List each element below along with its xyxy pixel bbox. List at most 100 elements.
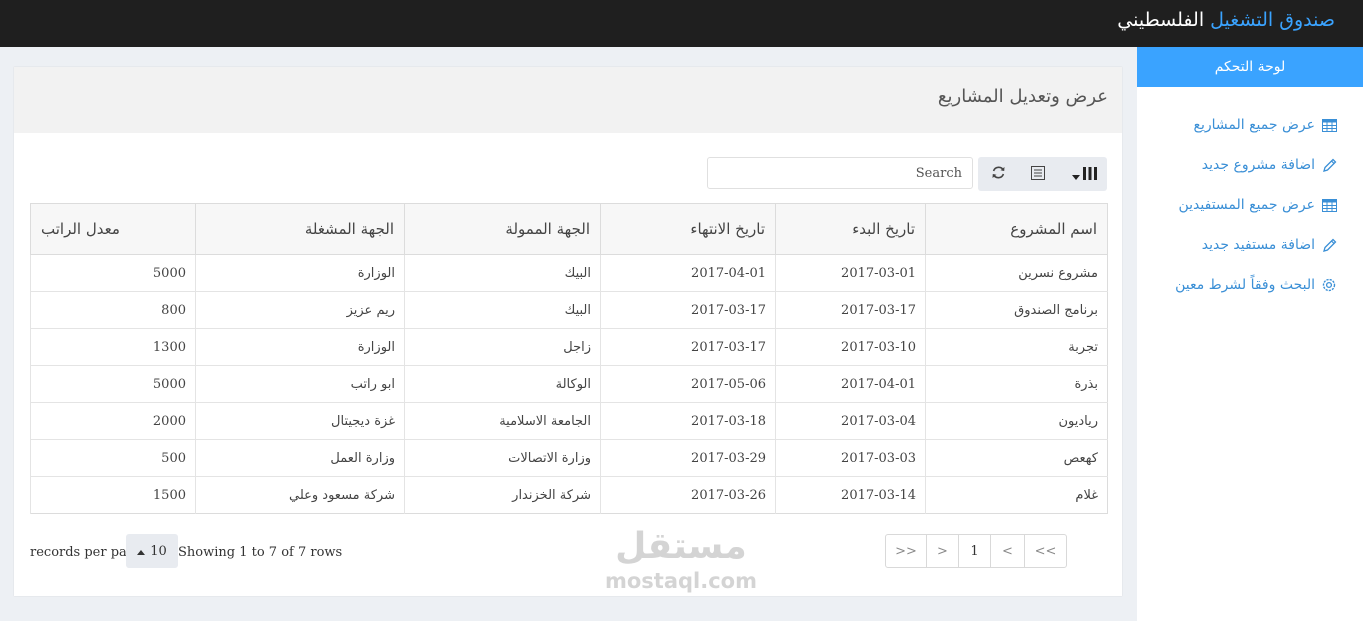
cell-start-date: 2017-03-01 xyxy=(775,254,926,292)
column-header-start-date[interactable]: تاريخ البدء xyxy=(775,203,926,255)
cell-salary: 800 xyxy=(30,291,196,329)
projects-panel: عرض وتعديل المشاريع معد xyxy=(14,67,1122,596)
cell-operator: الوزارة xyxy=(195,254,405,292)
pencil-icon xyxy=(1321,157,1337,173)
pagination-last[interactable]: >> xyxy=(886,535,926,567)
sidebar-item-add-project[interactable]: اضافة مشروع جديد xyxy=(1202,154,1337,176)
table-row: 800 ريم عزيز البيك 2017-03-17 2017-03-17… xyxy=(30,291,1108,329)
page-size-value: 10 xyxy=(150,543,167,559)
project-name-link[interactable]: بذرة xyxy=(925,365,1108,403)
cell-end-date: 2017-05-06 xyxy=(600,365,776,403)
cell-end-date: 2017-03-17 xyxy=(600,328,776,366)
sidebar-item-add-beneficiary[interactable]: اضافة مستفيد جديد xyxy=(1202,234,1337,256)
table-icon xyxy=(1321,197,1337,213)
showing-rows-text: Showing 1 to 7 of 7 rows xyxy=(178,545,343,560)
cell-salary: 2000 xyxy=(30,402,196,440)
sidebar-item-all-beneficiaries[interactable]: عرض جميع المستفيدين xyxy=(1179,194,1338,216)
sidebar-item-search-condition[interactable]: البحث وفقاً لشرط معين xyxy=(1175,274,1337,296)
project-name-link[interactable]: مشروع نسرين xyxy=(925,254,1108,292)
cell-start-date: 2017-03-17 xyxy=(775,291,926,329)
refresh-button[interactable] xyxy=(978,157,1018,191)
cell-salary: 1500 xyxy=(30,476,196,514)
brand-part-2: الفلسطيني xyxy=(1117,9,1205,31)
project-name-link[interactable]: كهعص xyxy=(925,439,1108,477)
cell-end-date: 2017-04-01 xyxy=(600,254,776,292)
cell-operator: ريم عزيز xyxy=(195,291,405,329)
cell-funder: زاجل xyxy=(404,328,601,366)
pagination-first[interactable]: << xyxy=(1024,535,1066,567)
project-name-link[interactable]: رياديون xyxy=(925,402,1108,440)
cell-funder: وزارة الاتصالات xyxy=(404,439,601,477)
columns-icon xyxy=(1083,165,1097,184)
sidebar-item-label: عرض جميع المشاريع xyxy=(1193,117,1315,133)
table-toolbar xyxy=(978,157,1107,191)
project-name-link[interactable]: تجربة xyxy=(925,328,1108,366)
cell-start-date: 2017-03-14 xyxy=(775,476,926,514)
cell-start-date: 2017-04-01 xyxy=(775,365,926,403)
search-input[interactable] xyxy=(707,157,973,189)
panel-header: عرض وتعديل المشاريع xyxy=(14,67,1122,133)
gear-icon xyxy=(1321,277,1337,293)
cell-end-date: 2017-03-18 xyxy=(600,402,776,440)
table-row: 500 وزارة العمل وزارة الاتصالات 2017-03-… xyxy=(30,439,1108,477)
cell-end-date: 2017-03-17 xyxy=(600,291,776,329)
pagination-prev[interactable]: < xyxy=(990,535,1024,567)
cell-operator: الوزارة xyxy=(195,328,405,366)
page-title: عرض وتعديل المشاريع xyxy=(937,86,1108,107)
cell-operator: غزة ديجيتال xyxy=(195,402,405,440)
top-navbar: صندوق التشغيل الفلسطيني xyxy=(0,0,1363,47)
table-icon xyxy=(1321,117,1337,133)
cell-salary: 500 xyxy=(30,439,196,477)
cell-funder: البيك xyxy=(404,291,601,329)
columns-dropdown-button[interactable] xyxy=(1062,157,1107,191)
list-icon xyxy=(1031,165,1045,184)
table-row: 5000 الوزارة البيك 2017-04-01 2017-03-01… xyxy=(30,254,1108,292)
pencil-icon xyxy=(1321,237,1337,253)
cell-funder: الجامعة الاسلامية xyxy=(404,402,601,440)
cell-start-date: 2017-03-10 xyxy=(775,328,926,366)
column-header-funder[interactable]: الجهة الممولة xyxy=(404,203,601,255)
cell-operator: وزارة العمل xyxy=(195,439,405,477)
table-row: 2000 غزة ديجيتال الجامعة الاسلامية 2017-… xyxy=(30,402,1108,440)
caret-up-icon xyxy=(137,544,146,559)
column-header-project-name[interactable]: اسم المشروع xyxy=(925,203,1108,255)
brand-part-1: صندوق التشغيل xyxy=(1210,9,1335,31)
cell-end-date: 2017-03-29 xyxy=(600,439,776,477)
toggle-list-button[interactable] xyxy=(1018,157,1058,191)
cell-funder: شركة الخزندار xyxy=(404,476,601,514)
chevron-down-icon xyxy=(1072,165,1080,184)
column-header-operator[interactable]: الجهة المشغلة xyxy=(195,203,405,255)
refresh-icon xyxy=(991,165,1006,184)
sidebar: لوحة التحكم عرض جميع المشاريع اضافة مشرو… xyxy=(1137,47,1363,621)
cell-end-date: 2017-03-26 xyxy=(600,476,776,514)
pagination-page-1[interactable]: 1 xyxy=(958,535,990,567)
cell-salary: 1300 xyxy=(30,328,196,366)
sidebar-item-label: اضافة مشروع جديد xyxy=(1201,157,1315,173)
pagination-next[interactable]: > xyxy=(926,535,958,567)
table-row: 1300 الوزارة زاجل 2017-03-17 2017-03-10 … xyxy=(30,328,1108,366)
brand-title[interactable]: صندوق التشغيل الفلسطيني xyxy=(1117,9,1335,31)
projects-table: معدل الراتب الجهة المشغلة الجهة الممولة … xyxy=(30,203,1108,514)
sidebar-item-label: عرض جميع المستفيدين xyxy=(1178,197,1316,213)
column-header-end-date[interactable]: تاريخ الانتهاء xyxy=(600,203,776,255)
column-header-salary[interactable]: معدل الراتب xyxy=(30,203,196,255)
cell-start-date: 2017-03-03 xyxy=(775,439,926,477)
pagination: >> > 1 < << xyxy=(885,534,1067,568)
cell-funder: الوكالة xyxy=(404,365,601,403)
sidebar-item-label: اضافة مستفيد جديد xyxy=(1201,237,1315,253)
cell-start-date: 2017-03-04 xyxy=(775,402,926,440)
cell-operator: ابو راتب xyxy=(195,365,405,403)
table-header-row: معدل الراتب الجهة المشغلة الجهة الممولة … xyxy=(30,203,1108,255)
cell-funder: البيك xyxy=(404,254,601,292)
cell-operator: شركة مسعود وعلي xyxy=(195,476,405,514)
sidebar-item-label: البحث وفقاً لشرط معين xyxy=(1175,277,1315,293)
project-name-link[interactable]: برنامج الصندوق xyxy=(925,291,1108,329)
project-name-link[interactable]: غلام xyxy=(925,476,1108,514)
sidebar-item-all-projects[interactable]: عرض جميع المشاريع xyxy=(1194,114,1337,136)
sidebar-header[interactable]: لوحة التحكم xyxy=(1137,47,1363,87)
table-row: 5000 ابو راتب الوكالة 2017-05-06 2017-04… xyxy=(30,365,1108,403)
table-row: 1500 شركة مسعود وعلي شركة الخزندار 2017-… xyxy=(30,476,1108,514)
page-size-dropdown[interactable]: 10 xyxy=(126,534,178,568)
cell-salary: 5000 xyxy=(30,254,196,292)
cell-salary: 5000 xyxy=(30,365,196,403)
